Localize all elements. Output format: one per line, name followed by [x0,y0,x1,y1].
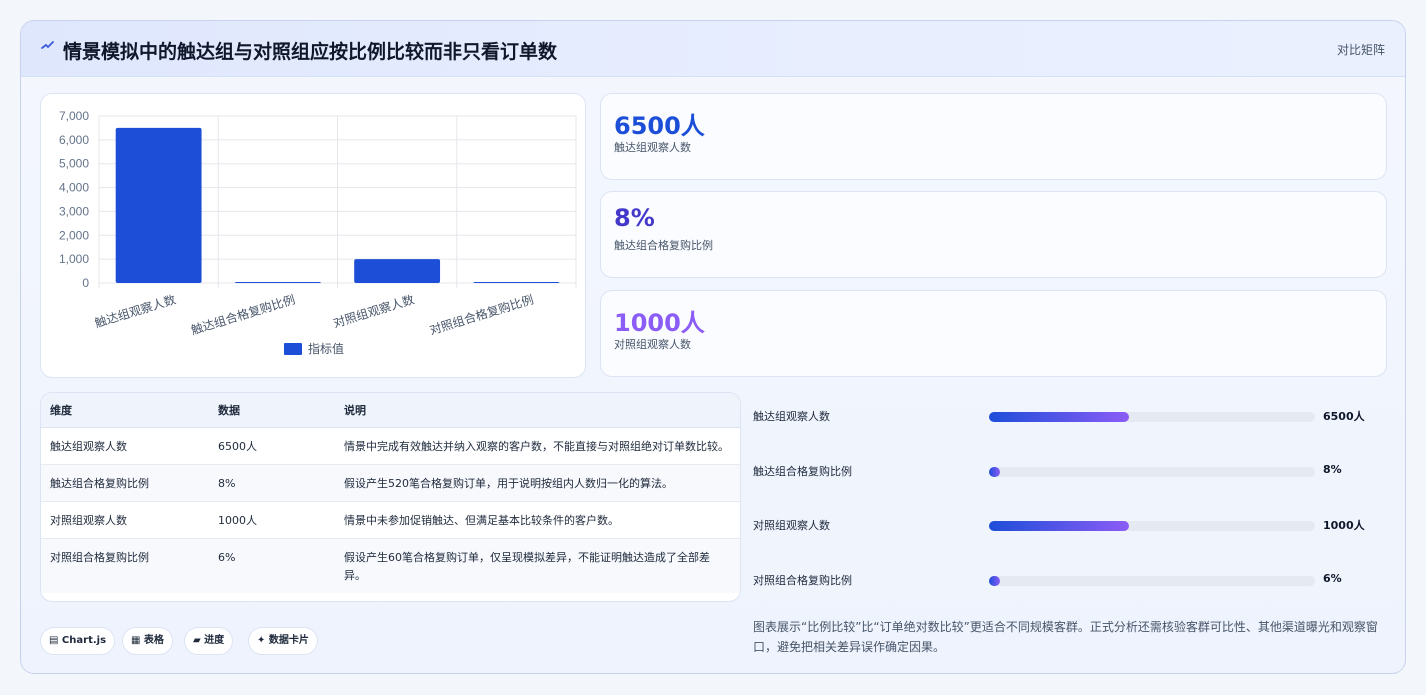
column-header: 数据 [209,393,335,428]
table-cell: 假设产生520笔合格复购订单，用于说明按组内人数归一化的算法。 [335,464,740,502]
y-tick-label: 1,000 [59,252,89,266]
table-cell: 对照组合格复购比例 [41,538,209,593]
legend-label: 指标值 [308,341,344,356]
column-header: 说明 [335,393,740,428]
y-tick-label: 5,000 [59,157,89,171]
progress-fill [989,576,1000,586]
table-header-row: 维度 数据 说明 [41,393,740,428]
metric-label: 触达组观察人数 [614,141,691,154]
progress-track [989,576,1315,586]
progress-label: 触达组合格复购比例 [753,465,852,478]
table-cell: 对照组观察人数 [41,501,209,539]
progress-row: 对照组合格复购比例 6% [753,570,1387,590]
metric-card-reach-count: 6500人 触达组观察人数 [600,93,1387,180]
panel-header: 情景模拟中的触达组与对照组应按比例比较而非只看订单数 对比矩阵 [21,21,1405,77]
metric-value: 1000人 [614,309,705,337]
bar [354,259,441,283]
metric-value: 6500人 [614,112,705,140]
bar-chart-card: 7,000 6,000 5,000 4,000 3,000 2,000 1,000 0 触达组观… [40,93,586,378]
chip-table[interactable]: ▦ 表格 [122,627,173,655]
page-title: 情景模拟中的触达组与对照组应按比例比较而非只看订单数 [63,41,558,63]
progress-fill [989,467,1000,477]
table-cell: 8% [209,464,335,502]
bar-chart: 7,000 6,000 5,000 4,000 3,000 2,000 1,000 0 触达组观… [59,109,577,356]
metric-value: 8% [614,204,655,232]
progress-row: 触达组观察人数 6500人 [753,406,1387,426]
table-cell: 6500人 [209,427,335,465]
progress-track [989,467,1315,477]
x-tick-label: 对照组观察人数 [331,292,416,331]
table-row: 触达组观察人数 6500人 情景中完成有效触达并纳入观察的客户数，不能直接与对照… [41,427,740,465]
table-cell: 6% [209,538,335,593]
bar [473,282,560,283]
progress-fill [989,412,1130,422]
chip-progress[interactable]: ▰ 进度 [184,627,234,655]
spark-icon [41,39,57,57]
progress-label: 对照组合格复购比例 [753,574,852,587]
table-cell: 触达组合格复购比例 [41,464,209,502]
x-tick-label: 触达组观察人数 [93,292,178,331]
table-cell: 1000人 [209,501,335,539]
progress-value: 1000人 [1323,519,1365,532]
progress-track [989,412,1315,422]
table-row: 对照组观察人数 1000人 情景中未参加促销触达、但满足基本比较条件的客户数。 [41,501,740,539]
metric-label: 对照组观察人数 [614,338,691,351]
matrix-tag: 对比矩阵 [1336,43,1385,57]
progress-track [989,521,1315,531]
y-tick-label: 4,000 [59,181,89,195]
progress-label: 对照组观察人数 [753,519,830,532]
chip-chartjs[interactable]: ▤ Chart.js [40,627,116,655]
y-tick-label: 6,000 [59,133,89,147]
data-table-card: 维度 数据 说明 触达组观察人数 6500人 情景中完成有效触达并纳入观察的客户… [40,392,741,602]
progress-value: 6500人 [1323,410,1365,423]
bar [234,282,321,283]
progress-label: 触达组观察人数 [753,410,830,423]
table-row: 触达组合格复购比例 8% 假设产生520笔合格复购订单，用于说明按组内人数归一化… [41,464,740,502]
progress-row: 对照组观察人数 1000人 [753,515,1387,535]
progress-value: 6% [1323,572,1342,585]
table-row: 对照组合格复购比例 6% 假设产生60笔合格复购订单，仅呈现模拟差异，不能证明触… [41,538,740,593]
table-cell: 情景中未参加促销触达、但满足基本比较条件的客户数。 [335,501,740,539]
y-tick-label: 0 [82,276,89,290]
table-cell: 假设产生60笔合格复购订单，仅呈现模拟差异，不能证明触达造成了全部差异。 [335,538,740,593]
chip-data-cards[interactable]: ✦ 数据卡片 [248,627,318,655]
metric-card-control-count: 1000人 对照组观察人数 [600,290,1387,377]
y-tick-label: 3,000 [59,204,89,218]
x-tick-label: 触达组合格复购比例 [189,292,297,338]
metric-label: 触达组合格复购比例 [614,239,713,252]
bar [115,127,202,283]
progress-row: 触达组合格复购比例 8% [753,461,1387,481]
y-tick-label: 2,000 [59,228,89,242]
table-cell: 情景中完成有效触达并纳入观察的客户数，不能直接与对照组绝对订单数比较。 [335,427,740,465]
data-table: 维度 数据 说明 触达组观察人数 6500人 情景中完成有效触达并纳入观察的客户… [41,393,740,593]
legend-swatch [284,343,302,355]
y-tick-label: 7,000 [59,109,89,123]
x-tick-label: 对照组合格复购比例 [428,292,536,338]
footnote: 图表展示“比例比较”比“订单绝对数比较”更适合不同规模客群。正式分析还需核验客群… [753,620,1378,654]
progress-value: 8% [1323,463,1342,476]
column-header: 维度 [41,393,209,428]
progress-fill [989,521,1130,531]
table-cell: 触达组观察人数 [41,427,209,465]
comparison-panel: 情景模拟中的触达组与对照组应按比例比较而非只看订单数 对比矩阵 7,000 6,0… [20,20,1406,674]
metric-card-reach-rate: 8% 触达组合格复购比例 [600,191,1387,278]
